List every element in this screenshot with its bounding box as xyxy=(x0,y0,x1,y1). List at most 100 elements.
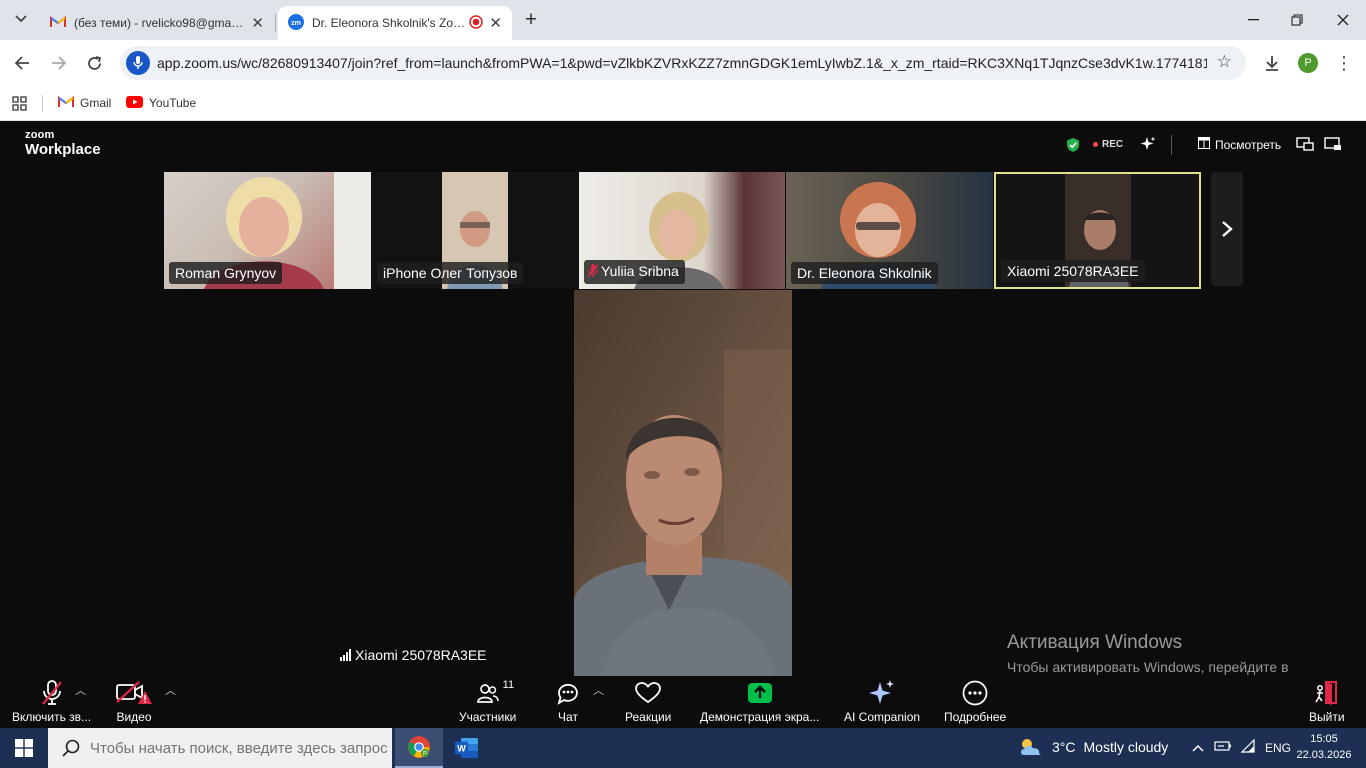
participant-tile[interactable]: Dr. Eleonora Shkolnik xyxy=(786,172,993,289)
bookmark-youtube[interactable]: YouTube xyxy=(126,93,196,113)
minimize-icon[interactable] xyxy=(1230,5,1276,35)
next-page-chevron-icon[interactable] xyxy=(1211,172,1243,286)
chat-bubble-icon xyxy=(556,679,580,707)
weather-widget[interactable]: 3°C Mostly cloudy xyxy=(1018,737,1168,757)
tab-close-icon[interactable]: ✕ xyxy=(251,14,264,32)
participant-tile[interactable]: Roman Grynyov xyxy=(164,172,371,289)
tab-zoom-meeting[interactable]: zm Dr. Eleonora Shkolnik's Zoom Meeting … xyxy=(278,6,512,40)
audio-label: Включить зв... xyxy=(12,710,92,724)
ai-companion-label: AI Companion xyxy=(844,710,921,724)
share-screen-button[interactable]: Демонстрация экра... xyxy=(700,676,819,728)
ai-companion-button[interactable]: AI Companion xyxy=(844,676,920,728)
bookmarks-divider xyxy=(42,95,43,112)
clock-date: 22.03.2026 xyxy=(1296,749,1352,761)
close-window-icon[interactable] xyxy=(1320,5,1366,35)
address-bar[interactable]: app.zoom.us/wc/82680913407/join?ref_from… xyxy=(120,46,1246,80)
clock-time: 15:05 xyxy=(1310,733,1338,745)
leave-meeting-button[interactable]: Выйти xyxy=(1309,676,1345,728)
participants-count-badge: 11 xyxy=(502,679,515,691)
zoom-logo: zoom xyxy=(25,129,55,141)
main-speaker-name: Xiaomi 25078RA3EE xyxy=(355,647,487,663)
share-screen-arrow-icon xyxy=(747,679,773,707)
youtube-icon xyxy=(126,95,143,111)
signal-strength-icon xyxy=(340,649,351,661)
reactions-label: Реакции xyxy=(625,710,672,724)
recording-indicator-icon xyxy=(469,14,484,32)
bookmark-gmail[interactable]: Gmail xyxy=(58,93,111,113)
view-grid-icon xyxy=(1198,137,1210,152)
fullscreen-icon[interactable] xyxy=(1324,137,1342,156)
video-label: Видео xyxy=(116,710,152,724)
participant-tile[interactable]: iPhone Олег Топузов xyxy=(372,172,578,289)
bookmark-star-icon[interactable]: ☆ xyxy=(1217,52,1232,72)
recording-badge[interactable]: REC xyxy=(1093,139,1123,150)
ai-sparkle-icon[interactable] xyxy=(1140,136,1156,155)
zoom-header: zoom Workplace xyxy=(0,121,1366,169)
more-button[interactable]: Подробнее xyxy=(944,676,1006,728)
tab-gmail[interactable]: (без теми) - rvelicko98@gmail.com ✕ xyxy=(40,6,274,40)
view-button[interactable]: Посмотреть xyxy=(1198,137,1281,152)
share-label: Демонстрация экра... xyxy=(700,710,820,724)
search-icon xyxy=(62,739,80,757)
language-indicator[interactable]: ENG xyxy=(1265,741,1291,755)
main-speaker-label: Xiaomi 25078RA3EE xyxy=(340,647,487,663)
windows-search-input[interactable] xyxy=(90,739,390,757)
svg-text:zm: zm xyxy=(291,20,301,27)
chat-button[interactable]: Чат xyxy=(556,676,580,728)
back-arrow-icon[interactable] xyxy=(9,50,35,76)
header-divider xyxy=(1171,135,1172,155)
recording-dot-icon xyxy=(1093,142,1098,147)
tab-search-chevron-icon[interactable] xyxy=(10,8,32,30)
reload-icon[interactable] xyxy=(81,50,107,76)
pip-icon[interactable] xyxy=(1296,137,1314,156)
zoom-favicon-icon: zm xyxy=(288,13,304,33)
more-label: Подробнее xyxy=(944,710,1007,724)
main-speaker-video[interactable] xyxy=(574,290,792,676)
reactions-button[interactable]: Реакции xyxy=(625,676,671,728)
participant-name: Xiaomi 25078RA3EE xyxy=(1001,260,1145,282)
participants-button[interactable]: 11 Участники xyxy=(459,676,516,728)
taskbar-word-icon[interactable]: W xyxy=(445,728,489,768)
zoom-workplace-logo: Workplace xyxy=(25,141,101,158)
video-button[interactable]: Видео xyxy=(115,676,153,728)
participant-tile-active-speaker[interactable]: Xiaomi 25078RA3EE xyxy=(994,172,1201,289)
browser-tab-bar: (без теми) - rvelicko98@gmail.com ✕ zm D… xyxy=(0,0,1366,40)
forward-arrow-icon[interactable] xyxy=(45,50,71,76)
weather-text: Mostly cloudy xyxy=(1083,739,1169,755)
muted-microphone-icon xyxy=(41,679,63,707)
windows-start-icon[interactable] xyxy=(0,728,48,768)
participant-tile[interactable]: Yuliia Sribna xyxy=(579,172,785,289)
download-icon[interactable] xyxy=(1260,50,1284,76)
url-text[interactable]: app.zoom.us/wc/82680913407/join?ref_from… xyxy=(157,55,1207,71)
gmail-icon xyxy=(58,95,74,111)
taskbar-chrome-icon[interactable]: P xyxy=(395,728,443,768)
tray-chevron-up-icon[interactable] xyxy=(1192,740,1204,755)
apps-grid-icon[interactable] xyxy=(12,93,27,113)
kebab-menu-icon[interactable]: ⋮ xyxy=(1334,50,1354,76)
more-dots-icon xyxy=(962,679,988,707)
video-off-warning-icon xyxy=(115,679,153,707)
restore-icon[interactable] xyxy=(1274,5,1320,35)
participants-label: Участники xyxy=(459,710,517,724)
wifi-icon[interactable] xyxy=(1240,738,1256,756)
microphone-permission-icon[interactable] xyxy=(126,51,150,75)
view-label: Посмотреть xyxy=(1215,137,1282,152)
taskbar-clock[interactable]: 15:05 22.03.2026 xyxy=(1294,731,1354,763)
chat-options-chevron-icon[interactable]: ︿ xyxy=(593,682,604,698)
chat-label: Чат xyxy=(558,710,578,724)
video-options-chevron-icon[interactable]: ︿ xyxy=(165,682,176,698)
heart-icon xyxy=(635,679,662,707)
rec-label: REC xyxy=(1102,139,1124,150)
profile-avatar[interactable]: P xyxy=(1298,53,1318,73)
speaker-video-frame xyxy=(574,290,792,676)
windows-search-box[interactable] xyxy=(48,728,392,768)
partly-cloudy-icon xyxy=(1018,737,1044,757)
new-tab-plus-icon[interactable]: + xyxy=(520,8,542,32)
participant-name-muted: Yuliia Sribna xyxy=(584,260,685,284)
audio-options-chevron-icon[interactable]: ︿ xyxy=(75,682,86,698)
battery-plug-icon[interactable] xyxy=(1214,740,1232,755)
windows-activation-title: Активация Windows xyxy=(1007,632,1183,653)
zoom-control-bar xyxy=(0,676,1366,728)
encryption-shield-icon[interactable] xyxy=(1066,137,1080,158)
tab-close-icon[interactable]: ✕ xyxy=(489,14,502,32)
